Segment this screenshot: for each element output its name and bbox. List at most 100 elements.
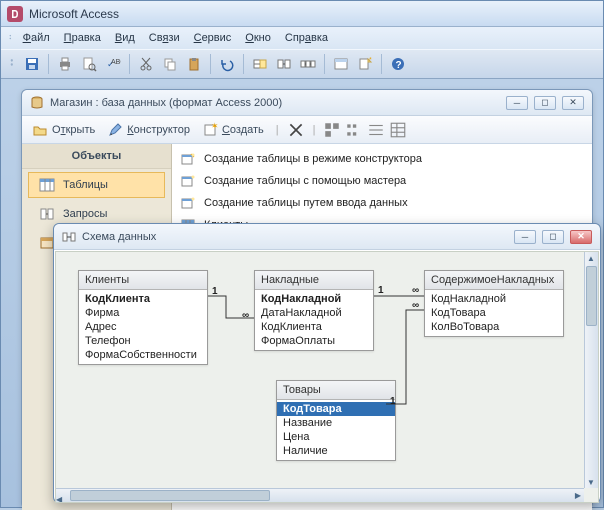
field[interactable]: Наличие (277, 444, 395, 458)
relation-many-label: ∞ (242, 310, 249, 321)
list-icon[interactable] (367, 121, 385, 139)
field[interactable]: КодНакладной (425, 292, 563, 306)
sidebar-item-tables[interactable]: Таблицы (28, 172, 165, 198)
schema-window: Схема данных ─ ◻ ✕ Клиенты КодКлиента Фи… (53, 223, 601, 503)
close-button[interactable]: ✕ (562, 96, 584, 110)
field[interactable]: КодКлиента (79, 292, 207, 306)
new-object-icon[interactable]: * (354, 53, 376, 75)
menu-edit[interactable]: Правка (57, 30, 108, 46)
db-create-label: Создать (222, 124, 264, 136)
field[interactable]: Адрес (79, 320, 207, 334)
field[interactable]: Название (277, 416, 395, 430)
menu-help-label: Справка (285, 32, 328, 44)
scroll-down-icon[interactable]: ▼ (585, 476, 597, 488)
details-icon[interactable] (389, 121, 407, 139)
table-contents[interactable]: СодержимоеНакладных КодНакладной КодТова… (424, 270, 564, 337)
menu-help[interactable]: Справка (278, 30, 335, 46)
field[interactable]: ФормаОплаты (255, 334, 373, 348)
menu-service-label: ервис (202, 32, 232, 44)
table-icon (39, 178, 55, 192)
app-window: Microsoft Access ᛬ Файл Правка Вид Связи… (0, 0, 604, 508)
db-create-button[interactable]: ✶ Создать (198, 120, 268, 140)
undo-icon[interactable] (216, 53, 238, 75)
separator (381, 54, 382, 74)
svg-text:ABC: ABC (111, 59, 121, 66)
menu-service[interactable]: Сервис (187, 30, 239, 46)
field[interactable]: ДатаНакладной (255, 306, 373, 320)
list-item[interactable]: Создание таблицы путем ввода данных (178, 192, 586, 214)
app-titlebar: Microsoft Access (1, 1, 603, 27)
menu-window[interactable]: Окно (238, 30, 278, 46)
relation-one-label: 1 (212, 286, 218, 297)
svg-text:?: ? (395, 60, 401, 71)
save-icon[interactable] (21, 53, 43, 75)
field[interactable]: КодТовара (277, 402, 395, 416)
field[interactable]: КодНакладной (255, 292, 373, 306)
wizard-icon (180, 195, 196, 211)
copy-icon[interactable] (159, 53, 181, 75)
table-goods[interactable]: Товары КодТовара Название Цена Наличие (276, 380, 396, 461)
relation-one-label: 1 (390, 396, 396, 407)
small-icons-icon[interactable] (345, 121, 363, 139)
print-icon[interactable] (54, 53, 76, 75)
table-title: Накладные (255, 271, 373, 290)
field[interactable]: Телефон (79, 334, 207, 348)
field[interactable]: Фиpма (79, 306, 207, 320)
scroll-left-icon[interactable]: ◀ (56, 495, 68, 503)
schema-canvas[interactable]: Клиенты КодКлиента Фиpма Адрес Телефон Ф… (55, 251, 599, 503)
menu-file-label: айл (31, 32, 50, 44)
design-icon (107, 122, 123, 138)
wizard-icon (180, 151, 196, 167)
main-toolbar: ᛬ ✓ABC * ? (1, 49, 603, 79)
scroll-up-icon[interactable]: ▲ (585, 252, 597, 264)
wizard-icon (180, 173, 196, 189)
cut-icon[interactable] (135, 53, 157, 75)
delete-icon[interactable] (287, 121, 305, 139)
field[interactable]: КолВоТовара (425, 320, 563, 334)
maximize-button[interactable]: ◻ (542, 230, 564, 244)
all-relations-icon[interactable] (297, 53, 319, 75)
help-icon[interactable]: ? (387, 53, 409, 75)
list-item[interactable]: Создание таблицы с помощью мастера (178, 170, 586, 192)
spellcheck-icon[interactable]: ✓ABC (102, 53, 124, 75)
menu-edit-label: равка (72, 32, 101, 44)
field[interactable]: КодКлиента (255, 320, 373, 334)
field[interactable]: ФормаСобственности (79, 348, 207, 362)
create-icon: ✶ (202, 122, 218, 138)
database-window-icon[interactable] (330, 53, 352, 75)
table-invoices[interactable]: Накладные КодНакладной ДатаНакладной Код… (254, 270, 374, 351)
horizontal-scrollbar[interactable]: ◀ ▶ (56, 488, 584, 502)
db-title: Магазин : база данных (формат Access 200… (50, 97, 282, 109)
maximize-button[interactable]: ◻ (534, 96, 556, 110)
large-icons-icon[interactable] (323, 121, 341, 139)
scroll-right-icon[interactable]: ▶ (572, 489, 584, 501)
schema-title: Схема данных (82, 231, 156, 243)
field[interactable]: КодТовара (425, 306, 563, 320)
minimize-button[interactable]: ─ (506, 96, 528, 110)
table-clients[interactable]: Клиенты КодКлиента Фиpма Адрес Телефон Ф… (78, 270, 208, 365)
menu-links[interactable]: Связи (142, 30, 187, 46)
print-preview-icon[interactable] (78, 53, 100, 75)
close-button[interactable]: ✕ (570, 230, 592, 244)
table-title: Клиенты (79, 271, 207, 290)
relation-many-label: ∞ (412, 300, 419, 311)
separator (129, 54, 130, 74)
show-table-icon[interactable] (249, 53, 271, 75)
menubar: ᛬ Файл Правка Вид Связи Сервис Окно Спра… (1, 27, 603, 49)
menu-view[interactable]: Вид (108, 30, 142, 46)
menu-file[interactable]: Файл (16, 30, 57, 46)
field[interactable]: Цена (277, 430, 395, 444)
direct-relations-icon[interactable] (273, 53, 295, 75)
paste-icon[interactable] (183, 53, 205, 75)
separator (48, 54, 49, 74)
db-open-button[interactable]: Открыть (28, 120, 99, 140)
menu-window-label: кно (254, 32, 271, 44)
svg-text:*: * (369, 57, 372, 64)
menu-view-label: ид (122, 32, 135, 44)
db-design-button[interactable]: Конструктор (103, 120, 194, 140)
minimize-button[interactable]: ─ (514, 230, 536, 244)
vertical-scrollbar[interactable]: ▲ ▼ (584, 252, 598, 488)
open-icon (32, 122, 48, 138)
list-item[interactable]: Создание таблицы в режиме конструктора (178, 148, 586, 170)
app-title: Microsoft Access (29, 7, 119, 21)
